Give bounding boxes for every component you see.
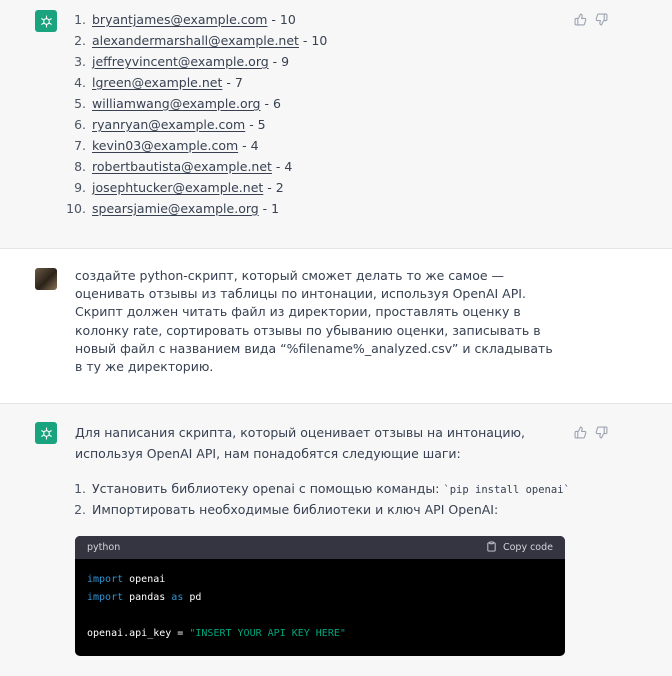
copy-code-button[interactable]: Copy code (486, 540, 553, 555)
list-item: 1. bryantjames@example.com - 10 (74, 12, 296, 27)
thumbs-up-icon[interactable] (574, 13, 587, 26)
thumbs-down-icon[interactable] (595, 13, 608, 26)
email-link[interactable]: alexandermarshall@example.net (92, 33, 299, 48)
email-ranking-list: 1. bryantjames@example.com - 10 2. alexand… (60, 9, 327, 219)
list-item: 10. spearsjamie@example.org - 1 (66, 201, 280, 216)
email-link[interactable]: williamwang@example.org (92, 96, 260, 111)
clipboard-icon (486, 540, 497, 555)
code-content: import openai import pandas as pd openai.… (75, 559, 565, 655)
list-item: 2. alexandermarshall@example.net - 10 (74, 33, 328, 48)
user-avatar (35, 268, 57, 290)
email-link[interactable]: josephtucker@example.net (92, 180, 263, 195)
assistant-message-2: Для написания скрипта, который оценивает… (0, 404, 672, 676)
code-line: import openai (87, 574, 166, 585)
list-item: 9. josephtucker@example.net - 2 (74, 180, 284, 195)
email-link[interactable]: robertbautista@example.net (92, 159, 272, 174)
email-link[interactable]: ryanryan@example.com (92, 117, 245, 132)
list-item: 2. Импортировать необходимые библиотеки и… (74, 502, 499, 517)
code-language-label: python (87, 542, 121, 553)
feedback-buttons (574, 426, 608, 439)
list-item: 8. robertbautista@example.net - 4 (74, 159, 293, 174)
user-message: создайте python-скрипт, который сможет д… (0, 248, 672, 404)
answer-intro: Для написания скрипта, который оценивает… (75, 425, 526, 461)
thumbs-down-icon[interactable] (595, 426, 608, 439)
email-link[interactable]: lgreen@example.net (92, 75, 222, 90)
thumbs-up-icon[interactable] (574, 426, 587, 439)
list-item: 6. ryanryan@example.com - 5 (74, 117, 266, 132)
assistant-message-1: 1. bryantjames@example.com - 10 2. alexand… (0, 0, 672, 248)
steps-list: 1. Установить библиотеку openai с помощью… (60, 478, 570, 520)
email-link[interactable]: spearsjamie@example.org (92, 201, 259, 216)
email-link[interactable]: bryantjames@example.com (92, 12, 267, 27)
openai-logo-icon (35, 10, 57, 32)
list-item: 7. kevin03@example.com - 4 (74, 138, 259, 153)
inline-code: `pip install openai` (443, 484, 570, 496)
code-line: openai.api_key = "INSERT YOUR API KEY HE… (87, 628, 346, 639)
list-item: 3. jeffreyvincent@example.org - 9 (74, 54, 290, 69)
list-item: 4. lgreen@example.net - 7 (74, 75, 243, 90)
email-link[interactable]: kevin03@example.com (92, 138, 238, 153)
openai-logo-icon (35, 422, 57, 444)
list-item: 5. williamwang@example.org - 6 (74, 96, 281, 111)
code-block: python Copy code import openai import pan… (75, 536, 565, 656)
user-message-text: создайте python-скрипт, который сможет д… (75, 268, 553, 375)
list-item: 1. Установить библиотеку openai с помощью… (74, 481, 570, 496)
code-header: python Copy code (75, 536, 565, 559)
email-link[interactable]: jeffreyvincent@example.org (92, 54, 269, 69)
code-line: import pandas as pd (87, 592, 202, 603)
feedback-buttons (574, 13, 608, 26)
